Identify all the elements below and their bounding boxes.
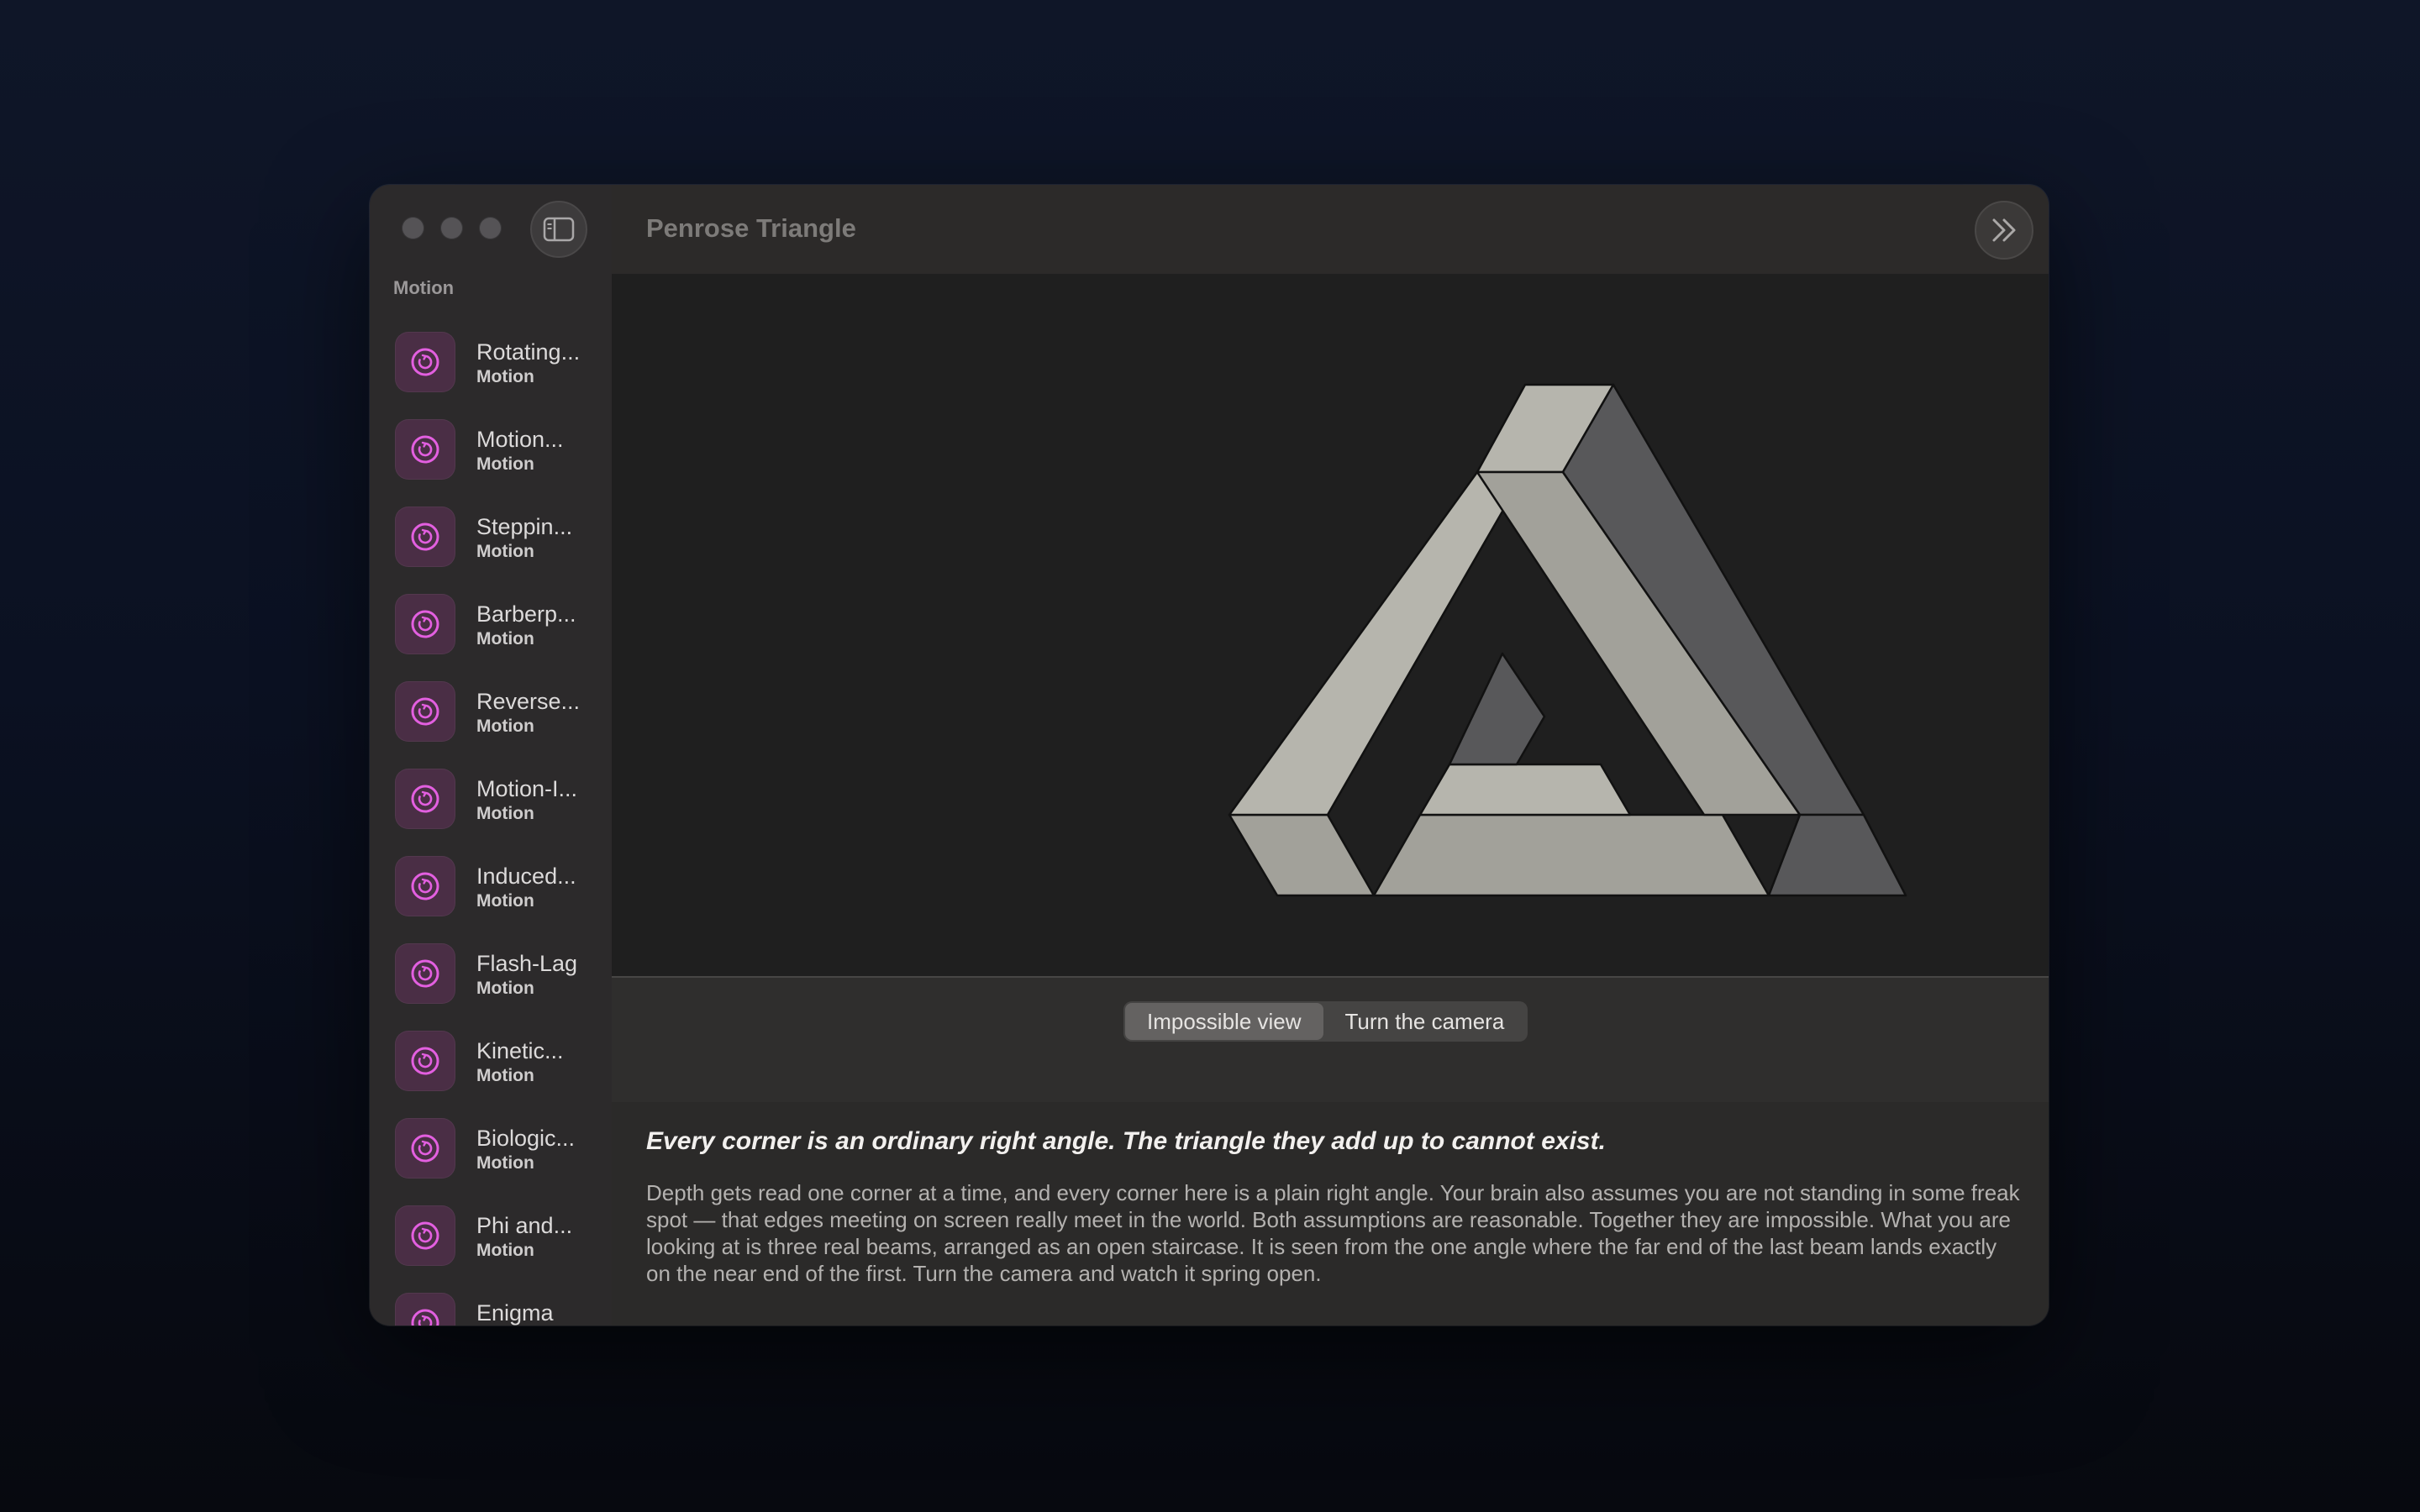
item-text: Biologic... Motion [476,1125,602,1175]
item-subtitle: Motion [476,717,534,736]
sidebar: Motion Rotating... Motion Motion... Motion S… [370,185,612,1326]
sidebar-item[interactable]: Barberp... Motion [370,579,612,666]
chevron-double-right-icon [1992,218,2016,242]
sidebar-item[interactable]: Biologic... Motion [370,1103,612,1190]
item-subtitle: Motion [476,629,534,648]
rotate-arrow-icon [411,1221,439,1250]
item-text: Steppin... Motion [476,513,602,564]
item-icon-tile [395,1118,455,1179]
item-icon-tile [395,419,455,480]
item-icon-tile [395,681,455,742]
rotate-arrow-icon [411,522,439,551]
segment-impossible-view[interactable]: Impossible view [1125,1003,1323,1040]
item-title: Kinetic... [476,1038,564,1063]
item-icon-tile [395,332,455,392]
close-window-button[interactable] [402,217,424,239]
item-title: Motion... [476,427,564,452]
rotate-arrow-icon [411,785,439,813]
description-panel: Every corner is an ordinary right angle.… [612,1102,2049,1326]
item-subtitle: Motion [476,1153,534,1173]
window-controls [402,217,502,239]
item-text: Reverse... Motion [476,688,602,738]
beam-inner-bottom-face [1418,763,1632,816]
sidebar-item[interactable]: Steppin... Motion [370,491,612,579]
zoom-window-button[interactable] [479,217,502,239]
rotate-arrow-icon [411,348,439,376]
rotate-arrow-icon [411,1134,439,1163]
item-icon-tile [395,1031,455,1091]
beam-left-inner-shadow [1448,652,1546,766]
description-headline: Every corner is an ordinary right angle.… [646,1127,1606,1155]
rotate-arrow-icon [411,1047,439,1075]
item-text: Phi and... Motion [476,1212,602,1263]
sidebar-item[interactable]: Reverse... Motion [370,666,612,753]
item-title: Steppin... [476,514,573,539]
sidebar-item[interactable]: Motion... Motion [370,404,612,491]
item-title: Biologic... [476,1126,576,1151]
sidebar-item[interactable]: Kinetic... Motion [370,1016,612,1103]
sidebar-icon [543,217,575,242]
sidebar-toggle-button[interactable] [530,201,587,258]
item-text: Kinetic... Motion [476,1037,602,1088]
item-title: Phi and... [476,1213,573,1238]
item-text: EnigmaMotion [476,1299,602,1326]
item-subtitle: Motion [476,1066,534,1085]
sidebar-item[interactable]: EnigmaMotion [370,1278,612,1326]
rotate-arrow-icon [411,435,439,464]
forward-button[interactable] [1975,201,2033,260]
item-title: Enigma [476,1300,554,1326]
rotate-arrow-icon [411,697,439,726]
illusion-canvas[interactable] [612,274,2049,976]
segment-turn-the-camera[interactable]: Turn the camera [1323,1003,1527,1040]
item-title: Flash-Lag [476,951,578,976]
toolbar: Penrose Triangle [612,185,2049,274]
sidebar-item[interactable]: Flash-Lag Motion [370,928,612,1016]
item-icon-tile [395,507,455,567]
sidebar-item[interactable]: Phi and... Motion [370,1190,612,1278]
rotate-arrow-icon [411,1309,439,1326]
item-icon-tile [395,943,455,1004]
beam-right-corner-cap [1767,813,1907,897]
item-text: Rotating... Motion [476,339,602,389]
section-label: Motion [393,277,455,298]
page-title: Penrose Triangle [646,213,856,243]
item-text: Motion... Motion [476,426,602,476]
app-window: Motion Rotating... Motion Motion... Motion S… [370,185,2049,1326]
item-subtitle: Motion [476,542,534,561]
item-title: Reverse... [476,689,581,714]
item-title: Motion-I... [476,776,578,801]
item-subtitle: Motion [476,804,534,823]
description-body: Depth gets read one corner at a time, an… [646,1180,2020,1286]
item-title: Rotating... [476,339,581,365]
item-text: Flash-Lag Motion [476,950,602,1000]
beam-bottom-face [1372,813,1770,897]
sidebar-item[interactable]: Induced... Motion [370,841,612,928]
beam-bottom-left-cap [1228,813,1376,897]
item-subtitle: Motion [476,1241,534,1260]
item-title: Barberp... [476,601,576,627]
rotate-arrow-icon [411,872,439,900]
main-pane: Penrose Triangle Impossible view Turn th… [612,185,2049,1326]
view-mode-segmented-control: Impossible view Turn the camera [1123,1001,1528,1042]
item-text: Motion-I... Motion [476,775,602,826]
penrose-triangle [1228,383,1907,897]
item-icon-tile [395,594,455,654]
item-text: Barberp... Motion [476,601,602,651]
rotate-arrow-icon [411,959,439,988]
sidebar-item[interactable]: Rotating... Motion [370,317,612,404]
item-icon-tile [395,769,455,829]
item-icon-tile [395,856,455,916]
item-subtitle: Motion [476,891,534,911]
rotate-arrow-icon [411,610,439,638]
item-title: Induced... [476,864,576,889]
item-subtitle: Motion [476,979,534,998]
minimize-window-button[interactable] [440,217,463,239]
item-subtitle: Motion [476,454,534,474]
item-icon-tile [395,1293,455,1326]
item-subtitle: Motion [476,367,534,386]
sidebar-list: Rotating... Motion Motion... Motion Steppin.… [370,317,612,1326]
item-icon-tile [395,1205,455,1266]
sidebar-item[interactable]: Motion-I... Motion [370,753,612,841]
item-text: Induced... Motion [476,863,602,913]
